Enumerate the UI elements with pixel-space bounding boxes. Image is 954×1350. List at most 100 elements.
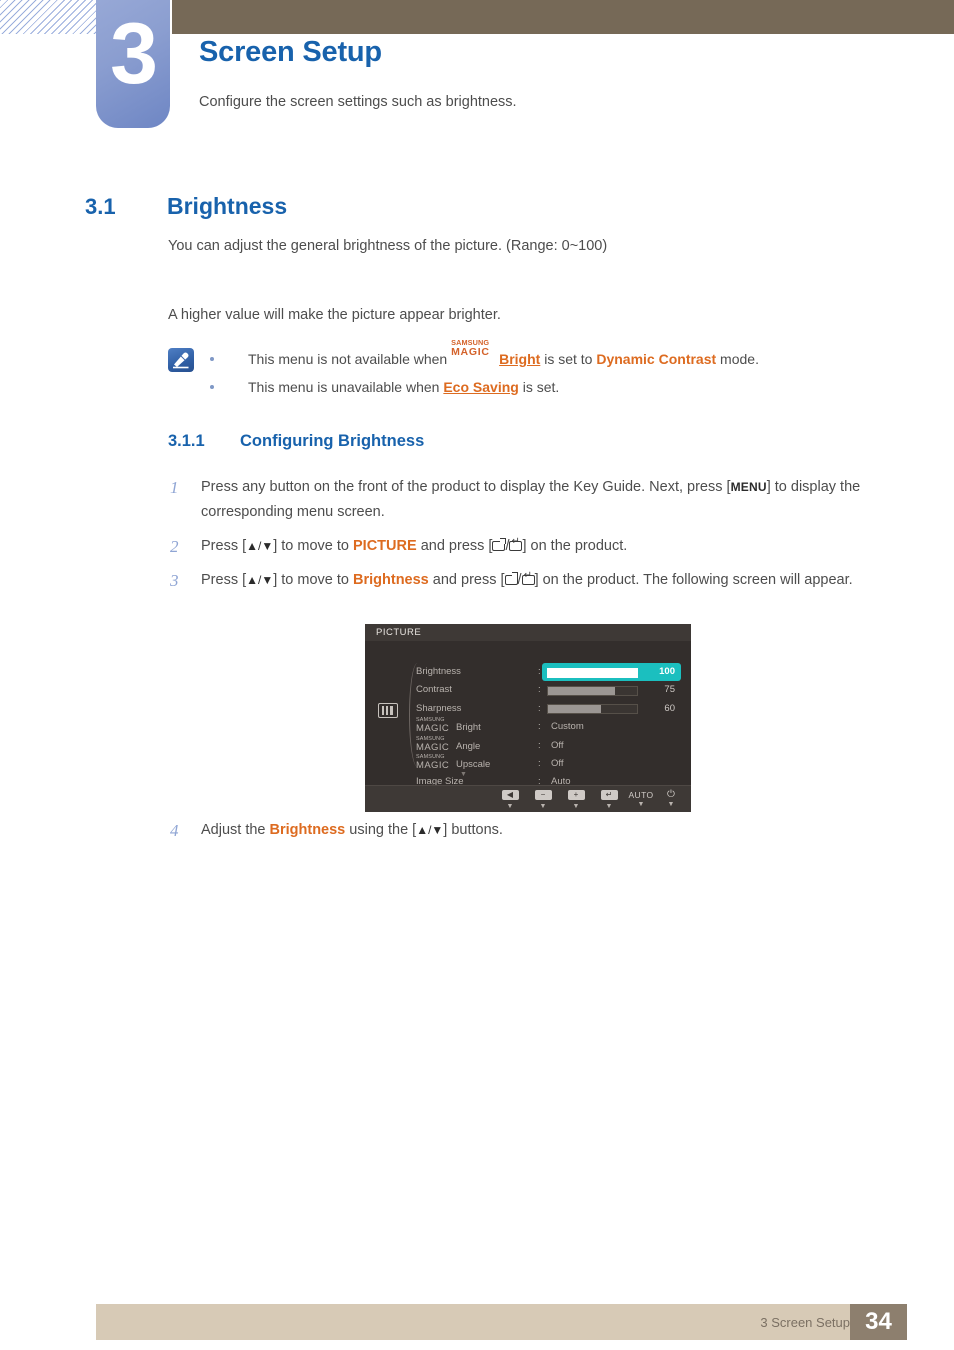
- osd-enter-caption: ▼: [605, 803, 613, 810]
- step-4-number: 4: [170, 821, 179, 840]
- osd-value-brightness: 100: [659, 666, 675, 677]
- osd-magic-bottom: MAGIC: [416, 741, 450, 753]
- step-4: 4 Adjust the Brightness using the [▲/▼] b…: [168, 818, 893, 843]
- osd-label-magic-bright: SAMSUNG MAGIC Bright: [416, 717, 481, 734]
- step-2-text-a: Press [: [201, 538, 247, 554]
- osd-row-magic-upscale[interactable]: SAMSUNG MAGIC Upscale : Off: [413, 754, 683, 773]
- step-4-text-b: using the [: [345, 822, 417, 838]
- osd-row-sharpness[interactable]: Sharpness : 60: [413, 700, 683, 718]
- osd-label-magic-angle: SAMSUNG MAGIC Angle: [416, 736, 481, 753]
- osd-label-brightness: Brightness: [416, 666, 461, 677]
- step-1-number: 1: [170, 478, 179, 497]
- osd-title: PICTURE: [365, 624, 691, 641]
- osd-minus-caption: ▼: [539, 803, 547, 810]
- osd-samsung-magic-logo: SAMSUNG MAGIC: [416, 736, 456, 753]
- osd-slider-brightness[interactable]: [547, 667, 638, 678]
- osd-value-contrast: 75: [664, 684, 675, 696]
- step-1: 1 Press any button on the front of the pr…: [168, 475, 893, 525]
- osd-power-button[interactable]: ⏻ ▼: [654, 790, 688, 809]
- plus-icon: +: [567, 790, 585, 800]
- osd-enter-button[interactable]: ↵ ▼: [592, 790, 626, 810]
- enter-button-icon: [509, 537, 523, 551]
- osd-samsung-magic-logo: SAMSUNG MAGIC: [416, 754, 456, 771]
- step-2: 2 Press [▲/▼] to move to PICTURE and pres…: [168, 534, 893, 559]
- back-arrow-icon: ◀: [501, 790, 519, 800]
- note-2-suffix: is set.: [518, 379, 560, 395]
- step-3-text-d: ] on the product. The following screen w…: [534, 572, 853, 588]
- subsection-title: Configuring Brightness: [240, 432, 425, 450]
- step-1-text-a: Press any button on the front of the pro…: [201, 479, 731, 495]
- section-paragraph-1: You can adjust the general brightness of…: [168, 238, 608, 254]
- menu-key-label: MENU: [730, 480, 767, 494]
- osd-row-magic-bright[interactable]: SAMSUNG MAGIC Bright : Custom: [413, 717, 683, 736]
- step-3-text-b: ] to move to: [273, 572, 354, 588]
- chapter-subtitle: Configure the screen settings such as br…: [199, 94, 517, 110]
- note-1-suffix: mode.: [716, 351, 759, 367]
- bullet-dot-icon: [210, 357, 214, 361]
- step-2-target: PICTURE: [353, 538, 417, 554]
- step-2-number: 2: [170, 537, 179, 556]
- note-1-magic-word: Bright: [499, 351, 541, 367]
- page-number: 34: [850, 1304, 907, 1340]
- bullet-dot-icon: [210, 385, 214, 389]
- hatch-decoration: [0, 0, 98, 34]
- osd-colon: :: [538, 684, 541, 696]
- osd-colon: :: [538, 721, 541, 733]
- source-button-icon: [504, 572, 519, 585]
- osd-plus-caption: ▼: [572, 803, 580, 810]
- step-3-text-a: Press [: [201, 572, 247, 588]
- osd-slider-contrast[interactable]: [547, 685, 638, 696]
- osd-colon: :: [538, 666, 541, 677]
- osd-value-sharpness: 60: [664, 702, 675, 714]
- subsection-heading: 3.1.1 Configuring Brightness: [168, 432, 424, 451]
- note-list: This menu is not available when SAMSUNG M…: [206, 339, 906, 401]
- osd-label-contrast: Contrast: [416, 684, 452, 696]
- enter-icon: ↵: [600, 790, 618, 800]
- note-1-prefix: This menu is not available when: [248, 351, 452, 367]
- osd-row-magic-angle[interactable]: SAMSUNG MAGIC Angle : Off: [413, 736, 683, 755]
- note-1-highlight: Dynamic Contrast: [596, 351, 717, 367]
- osd-menu-screenshot: PICTURE Brightness : 100 Contrast : 75 S…: [365, 624, 691, 812]
- section-paragraph-2: A higher value will make the picture app…: [168, 307, 501, 323]
- chapter-number-badge: 3: [96, 0, 170, 128]
- note-1-middle: is set to: [540, 351, 597, 367]
- source-button-icon: [492, 538, 507, 551]
- samsung-magic-logo: SAMSUNG MAGIC: [451, 339, 499, 364]
- footer-breadcrumb: 3 Screen Setup: [760, 1315, 850, 1330]
- osd-samsung-magic-logo: SAMSUNG MAGIC: [416, 717, 456, 734]
- note-pen-icon: [168, 348, 194, 372]
- picture-bars-icon: [378, 703, 398, 718]
- osd-back-button[interactable]: ◀ ▼: [493, 790, 527, 810]
- osd-minus-button[interactable]: − ▼: [526, 790, 560, 810]
- osd-value-magic-angle: Off: [551, 739, 564, 751]
- magic-bottom-text: MAGIC: [451, 346, 490, 358]
- note-2-highlight: Eco Saving: [443, 379, 519, 395]
- osd-row-contrast[interactable]: Contrast : 75: [413, 681, 683, 699]
- subsection-number: 3.1.1: [168, 432, 205, 450]
- osd-auto-button[interactable]: AUTO ▼: [624, 790, 658, 808]
- note-2-prefix: This menu is unavailable when: [248, 379, 444, 395]
- osd-value-magic-upscale: Off: [551, 757, 564, 769]
- osd-row-brightness[interactable]: Brightness : 100: [413, 663, 683, 682]
- osd-slider-sharpness[interactable]: [547, 704, 638, 715]
- step-4-text-c: ] buttons.: [443, 822, 503, 838]
- osd-scroll-down-icon[interactable]: ▼: [460, 771, 467, 778]
- osd-auto-caption: ▼: [637, 801, 645, 808]
- enter-button-icon: [521, 571, 535, 585]
- osd-colon: :: [538, 702, 541, 714]
- osd-magic-angle-word: Angle: [456, 740, 481, 752]
- page-title: Brightness: [167, 193, 288, 219]
- step-2-text-d: ] on the product.: [522, 538, 628, 554]
- osd-colon: :: [538, 739, 541, 751]
- minus-icon: −: [534, 790, 552, 800]
- osd-plus-button[interactable]: + ▼: [559, 790, 593, 810]
- step-3-text-c: and press [: [428, 572, 505, 588]
- osd-rows: Brightness : 100 Contrast : 75 Sharpness…: [413, 663, 683, 792]
- osd-colon: :: [538, 757, 541, 769]
- auto-label: AUTO: [628, 790, 654, 800]
- step-2-text-b: ] to move to: [273, 538, 354, 554]
- osd-magic-bright-word: Bright: [456, 722, 481, 734]
- osd-power-caption: ▼: [667, 801, 675, 808]
- osd-body: Brightness : 100 Contrast : 75 Sharpness…: [365, 641, 691, 787]
- step-4-target: Brightness: [269, 822, 346, 838]
